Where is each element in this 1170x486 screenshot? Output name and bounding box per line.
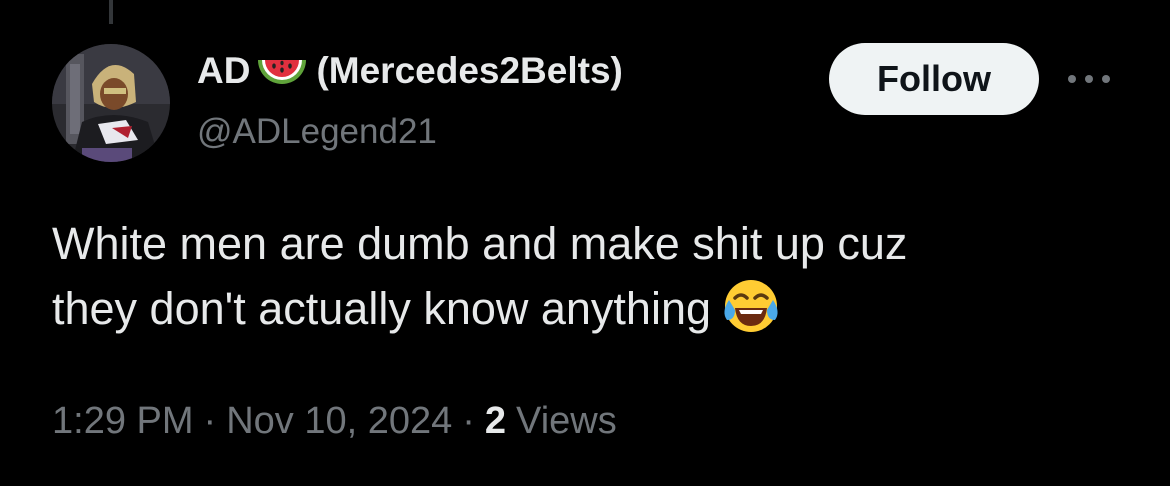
tweet-text-line-2-content: they don't actually know anything <box>52 283 712 334</box>
tweet-date[interactable]: Nov 10, 2024 <box>226 400 452 443</box>
meta-separator: · <box>462 400 475 442</box>
watermelon-icon <box>256 54 308 88</box>
display-name-prefix: AD <box>197 50 251 91</box>
views-count[interactable]: 2 <box>485 400 506 443</box>
views-label: Views <box>516 400 617 442</box>
display-name-suffix: (Mercedes2Belts) <box>316 50 623 91</box>
avatar[interactable] <box>52 44 170 162</box>
tweet-text: White men are dumb and make shit up cuz … <box>52 212 1132 341</box>
more-options-button[interactable] <box>1064 62 1114 96</box>
meta-separator: · <box>203 400 217 442</box>
tweet-time[interactable]: 1:29 PM <box>52 400 194 443</box>
thread-connector-line <box>109 0 113 24</box>
author-handle[interactable]: @ADLegend21 <box>197 112 437 152</box>
tweet-text-line-2: they don't actually know anything <box>52 276 1132 341</box>
follow-button[interactable]: Follow <box>829 43 1039 115</box>
tweet-text-line-1: White men are dumb and make shit up cuz <box>52 218 908 269</box>
more-horizontal-icon <box>1068 75 1110 83</box>
author-display-name[interactable]: AD (Mercedes2Belts) <box>197 50 623 92</box>
face-with-tears-of-joy-icon <box>721 276 781 336</box>
tweet-meta: 1:29 PM · Nov 10, 2024 · 2 Views <box>52 400 617 443</box>
